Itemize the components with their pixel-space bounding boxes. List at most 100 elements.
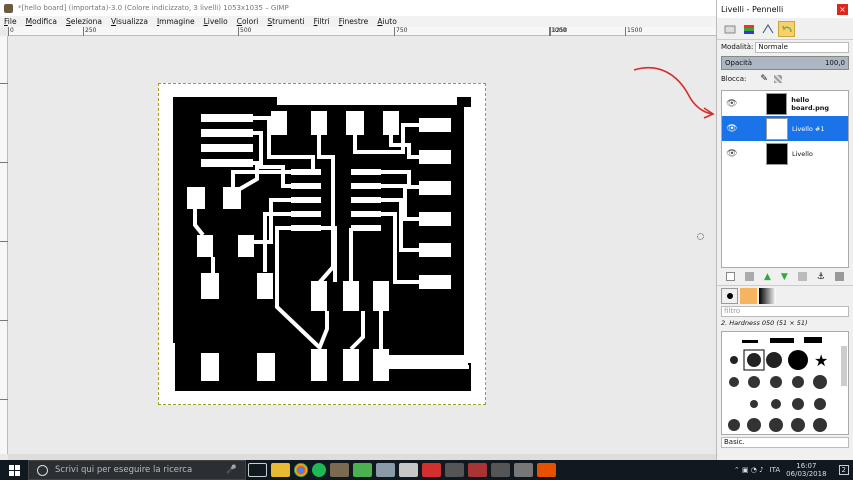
brush-previews: ★	[728, 337, 828, 432]
close-button[interactable]: ×	[837, 4, 848, 15]
menu-immagine[interactable]: Immagine	[157, 17, 195, 26]
start-button[interactable]	[0, 460, 28, 480]
opacity-slider[interactable]: Opacità 100,0	[721, 56, 849, 70]
app-icon[interactable]	[468, 463, 487, 477]
undo-icon	[781, 25, 792, 32]
title-bar: *[hello board] (importata)-3.0 (Colore i…	[0, 0, 716, 16]
clock[interactable]: 16:07 06/03/2018	[786, 462, 826, 478]
ruler-tick	[0, 320, 8, 321]
task-view-icon[interactable]	[248, 463, 267, 477]
brush-set-select[interactable]: Basic.	[721, 437, 849, 448]
raise-layer-icon[interactable]: ▲	[764, 272, 771, 282]
layers-list: 👁 hello board.png 👁 Livello #1 👁 Livello	[721, 90, 849, 268]
ruler-tick	[0, 399, 8, 400]
app-icon[interactable]	[537, 463, 556, 477]
app-icon[interactable]	[353, 463, 372, 477]
clock-time: 16:07	[796, 462, 817, 470]
new-group-icon[interactable]	[745, 272, 754, 281]
autocad-icon[interactable]	[422, 463, 441, 477]
microphone-icon[interactable]: 🎤	[226, 465, 237, 475]
app-icon[interactable]	[376, 463, 395, 477]
opacity-value: 100,0	[824, 59, 845, 67]
lock-alpha-icon[interactable]	[773, 75, 782, 83]
clock-date: 06/03/2018	[786, 470, 827, 478]
menu-filtri[interactable]: Filtri	[314, 17, 330, 26]
layers-icon	[724, 25, 735, 33]
chrome-icon[interactable]	[294, 463, 308, 477]
menu-seleziona[interactable]: Seleziona	[66, 17, 102, 26]
lock-pixels-icon[interactable]: ✎	[760, 74, 768, 84]
windows-icon	[8, 464, 20, 476]
menu-visualizza[interactable]: Visualizza	[111, 17, 148, 26]
tab-layers[interactable]	[721, 21, 738, 37]
tab-patterns[interactable]	[740, 288, 757, 304]
menu-file[interactable]: File	[4, 17, 17, 26]
ruler-tick	[0, 83, 8, 84]
lower-layer-icon[interactable]: ▼	[781, 272, 788, 282]
dock-tabs	[717, 18, 853, 40]
paths-icon	[762, 23, 773, 33]
menu-livello[interactable]: Livello	[204, 17, 228, 26]
menu-modifica[interactable]: Modifica	[26, 17, 57, 26]
brush-grid[interactable]: ★	[721, 331, 849, 435]
layer-item[interactable]: 👁 Livello #1	[722, 116, 848, 141]
lock-label: Blocca:	[721, 75, 747, 83]
system-tray: ⌃ ▣ ◔ ♪ ITA 16:07 06/03/2018 2	[734, 460, 853, 480]
menu-strumenti[interactable]: Strumenti	[267, 17, 304, 26]
ruler-label: 750	[394, 27, 408, 36]
layer-name: Livello	[792, 149, 813, 158]
horizontal-ruler[interactable]: 0 250 500 750 1000 1250 1500	[8, 27, 716, 36]
file-explorer-icon[interactable]	[271, 463, 290, 477]
language-indicator[interactable]: ITA	[770, 466, 781, 474]
eye-icon[interactable]: 👁	[724, 99, 740, 109]
notifications-icon[interactable]: 2	[838, 465, 849, 475]
layer-item[interactable]: 👁 hello board.png	[722, 91, 848, 116]
menu-finestre[interactable]: Finestre	[339, 17, 369, 26]
duplicate-layer-icon[interactable]	[797, 272, 807, 281]
spotify-icon[interactable]	[312, 463, 326, 477]
delete-layer-icon[interactable]	[834, 272, 844, 281]
search-icon	[37, 464, 48, 476]
layer-thumbnail	[766, 142, 788, 165]
layer-name: Livello #1	[792, 124, 825, 133]
ruler-tick	[0, 241, 8, 242]
new-layer-icon[interactable]	[726, 272, 735, 281]
menu-bar: File Modifica Seleziona Visualizza Immag…	[0, 16, 716, 27]
anchor-layer-icon[interactable]: ⚓	[817, 272, 825, 282]
vertical-ruler[interactable]	[0, 36, 8, 454]
brush-scrollbar[interactable]	[841, 346, 847, 386]
layer-thumbnail	[766, 117, 788, 140]
tab-gradients[interactable]	[759, 288, 776, 304]
lock-row: Blocca: ✎	[717, 72, 853, 86]
layer-item[interactable]: 👁 Livello	[722, 141, 848, 166]
layer-thumbnail	[765, 92, 788, 115]
eye-icon[interactable]: 👁	[724, 124, 740, 134]
brush-filter-input[interactable]: filtro	[721, 306, 849, 317]
mode-select[interactable]: Normale	[755, 41, 849, 53]
app-icon[interactable]	[399, 463, 418, 477]
pcb-traces-image[interactable]	[173, 97, 471, 391]
eye-icon[interactable]: 👁	[724, 149, 740, 159]
menu-colori[interactable]: Colori	[237, 17, 259, 26]
notification-count: 2	[841, 466, 846, 474]
tab-channels[interactable]	[740, 21, 757, 37]
layer-toolbar: ▲ ▼ ⚓	[717, 268, 853, 286]
app-icon[interactable]	[491, 463, 510, 477]
gimp-taskbar-icon[interactable]	[330, 463, 349, 477]
search-placeholder: Scrivi qui per eseguire la ricerca	[55, 465, 193, 475]
tab-paths[interactable]	[759, 21, 776, 37]
ruler-label: 0	[8, 27, 14, 36]
app-icon[interactable]	[514, 463, 533, 477]
window-title: *[hello board] (importata)-3.0 (Colore i…	[18, 4, 289, 12]
gimp-icon	[4, 3, 13, 13]
app-icon[interactable]	[445, 463, 464, 477]
menu-aiuto[interactable]: Aiuto	[377, 17, 397, 26]
tray-icons[interactable]: ⌃ ▣ ◔ ♪	[734, 466, 764, 474]
taskbar-search[interactable]: Scrivi qui per eseguire la ricerca 🎤	[28, 460, 246, 480]
tab-undo[interactable]	[778, 20, 795, 37]
tab-brushes[interactable]	[721, 288, 738, 304]
ruler-label: 1500	[625, 27, 643, 36]
opacity-label: Opacità	[725, 59, 753, 67]
mode-row: Modalità: Normale	[717, 40, 853, 54]
cursor-indicator	[697, 233, 704, 240]
